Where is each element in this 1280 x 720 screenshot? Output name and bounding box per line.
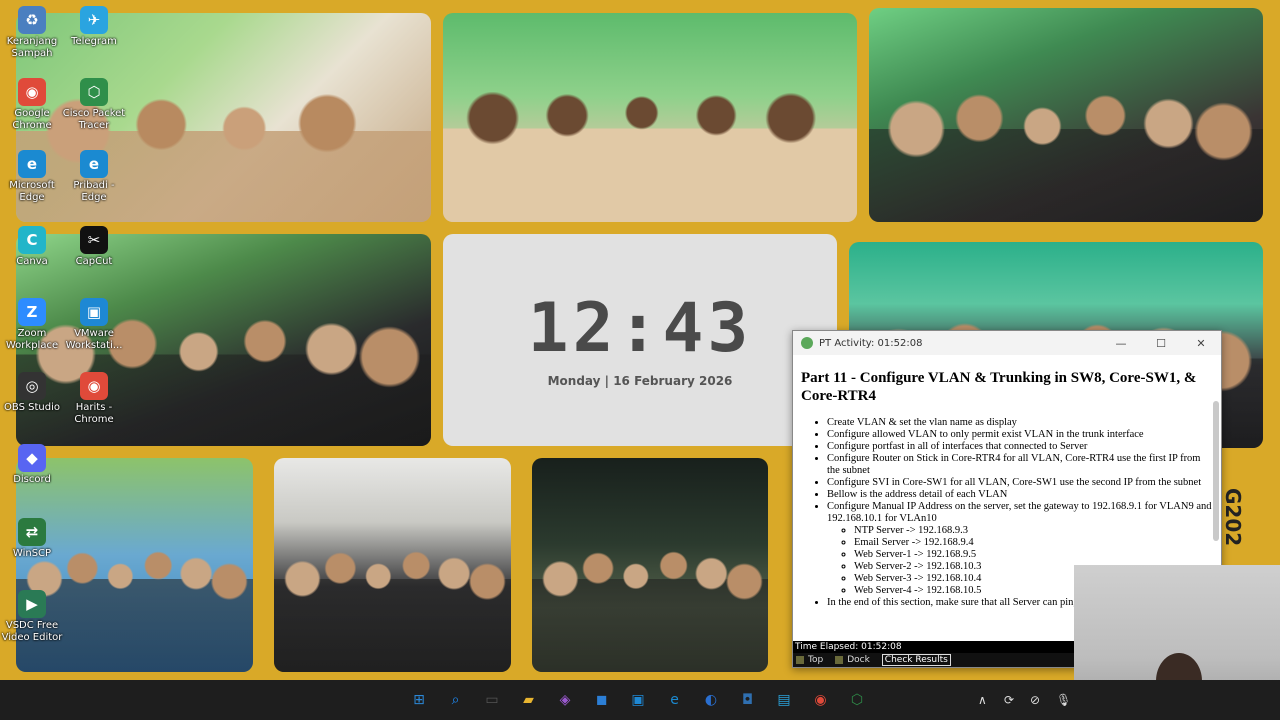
vmware-icon: ▣ xyxy=(80,298,108,326)
dock-checkbox[interactable] xyxy=(835,656,844,664)
desktop-icon[interactable]: ✈ Telegram xyxy=(62,6,126,48)
scrollbar[interactable] xyxy=(1213,401,1219,541)
desktop-icon-label: OBS Studio xyxy=(4,402,60,413)
desktop-icon[interactable]: ▶ VSDC Free Video Editor xyxy=(0,590,64,644)
task-item: Configure SVI in Core-SW1 for all VLAN, … xyxy=(827,477,1213,489)
chrome-icon: ◉ xyxy=(18,78,46,106)
task-item: Configure allowed VLAN to only permit ex… xyxy=(827,429,1213,441)
desktop-icon[interactable]: Z Zoom Workplace xyxy=(0,298,64,352)
store-icon[interactable]: ◼ xyxy=(589,687,615,713)
discord-icon: ◆ xyxy=(18,444,46,472)
task-item: Configure Router on Stick in Core-RTR4 f… xyxy=(827,453,1213,477)
desktop-icon-label: Zoom Workplace xyxy=(5,328,59,351)
taskbar: ⊞ ⌕ ▭ ▰ ◈ ◼ ▣ e ◐ ◘ ▤ ◉ ⬡ ∧ ⟳ ⊘ 🎙 xyxy=(0,680,1280,720)
chrome-taskbar-icon[interactable]: ◉ xyxy=(808,687,834,713)
search-icon[interactable]: ⌕ xyxy=(443,687,469,713)
window-title: PT Activity: 01:52:08 xyxy=(819,337,923,349)
desktop-icon[interactable]: e Microsoft Edge xyxy=(0,150,64,204)
microphone-icon[interactable]: 🎙 xyxy=(1056,693,1071,707)
part-heading: Part 11 - Configure VLAN & Trunking in S… xyxy=(801,370,1197,404)
zoom-icon: Z xyxy=(18,298,46,326)
canva-icon: C xyxy=(18,226,46,254)
desktop-icon[interactable]: e Pribadi - Edge xyxy=(62,150,126,204)
chevron-up-icon[interactable]: ∧ xyxy=(978,693,987,707)
capcut-icon: ✂ xyxy=(80,226,108,254)
top-checkbox[interactable] xyxy=(796,656,804,664)
packet-tracer-icon: ⬡ xyxy=(80,78,108,106)
photo-tile-3 xyxy=(869,8,1263,222)
clock-widget: 12:43 Monday | 16 February 2026 xyxy=(443,234,837,446)
desktop-icon[interactable]: ▣ VMware Workstati... xyxy=(62,298,126,352)
desktop-icon-label: Telegram xyxy=(71,36,117,47)
desktop-icon-label: VMware Workstati... xyxy=(65,328,123,351)
app-taskbar-icon[interactable]: ◘ xyxy=(735,687,761,713)
desktop-icon[interactable]: ◉ Google Chrome xyxy=(0,78,64,132)
desktop-icon[interactable]: ◎ OBS Studio xyxy=(0,372,64,414)
desktop-icon[interactable]: ♻ Keranjang Sampah xyxy=(0,6,64,60)
server-item: Email Server -> 192.168.9.4 xyxy=(854,537,1213,549)
desktop-icon-label: Discord xyxy=(13,474,51,485)
network-icon[interactable]: ⊘ xyxy=(1030,693,1040,707)
obs-icon: ◎ xyxy=(18,372,46,400)
server-item: NTP Server -> 192.168.9.3 xyxy=(854,525,1213,537)
server-item: Web Server-1 -> 192.168.9.5 xyxy=(854,549,1213,561)
desktop-icon-label: WinSCP xyxy=(12,548,52,559)
check-results-button[interactable]: Check Results xyxy=(881,654,951,666)
desktop-icon-label: Keranjang Sampah xyxy=(6,36,58,59)
photo-tile-9 xyxy=(532,458,768,672)
start-icon[interactable]: ⊞ xyxy=(406,687,432,713)
desktop-icon[interactable]: ⇄ WinSCP xyxy=(0,518,64,560)
desktop-icon-label: VSDC Free Video Editor xyxy=(1,620,63,643)
edge-icon: e xyxy=(18,150,46,178)
task-item: Bellow is the address detail of each VLA… xyxy=(827,489,1213,501)
task-item: Configure portfast in all of interfaces … xyxy=(827,441,1213,453)
desktop-icon-label: Canva xyxy=(16,256,48,267)
desktop-icon-label: Cisco Packet Tracer xyxy=(62,108,126,131)
packet-tracer-logo-icon xyxy=(801,337,813,349)
desktop-icon[interactable]: C Canva xyxy=(0,226,64,268)
top-label: Top xyxy=(808,655,824,665)
sync-icon[interactable]: ⟳ xyxy=(1004,693,1014,707)
desktop-icon-label: CapCut xyxy=(75,256,113,267)
edge-taskbar-icon[interactable]: e xyxy=(662,687,688,713)
recycle-bin-icon: ♻ xyxy=(18,6,46,34)
dock-label: Dock xyxy=(847,655,870,665)
desktop-icon-label: Pribadi - Edge xyxy=(73,180,115,203)
task-item: Create VLAN & set the vlan name as displ… xyxy=(827,417,1213,429)
file-explorer-icon[interactable]: ▰ xyxy=(516,687,542,713)
desktop-icon[interactable]: ◉ Harits - Chrome xyxy=(62,372,126,426)
photo-tile-8 xyxy=(274,458,511,672)
copilot-icon[interactable]: ◈ xyxy=(552,687,578,713)
desktop-icon[interactable]: ⬡ Cisco Packet Tracer xyxy=(62,78,126,132)
desktop-icon-label: Microsoft Edge xyxy=(9,180,55,203)
desktop-icon-label: Google Chrome xyxy=(12,108,52,131)
desktop-icon-label: Harits - Chrome xyxy=(74,402,114,425)
telegram-icon: ✈ xyxy=(80,6,108,34)
clock-date: Monday | 16 February 2026 xyxy=(547,374,733,388)
chrome-profile-icon: ◉ xyxy=(80,372,108,400)
photo-tile-2 xyxy=(443,13,857,222)
vmware-taskbar-icon[interactable]: ▣ xyxy=(625,687,651,713)
settings-taskbar-icon[interactable]: ◐ xyxy=(698,687,724,713)
maximize-button[interactable]: ☐ xyxy=(1141,337,1181,350)
clock-time: 12:43 xyxy=(527,289,753,368)
packet-tracer-taskbar-icon[interactable]: ⬡ xyxy=(844,687,870,713)
desktop-icon[interactable]: ◆ Discord xyxy=(0,444,64,486)
side-label: G202 xyxy=(1221,488,1245,547)
notepad-icon[interactable]: ▤ xyxy=(771,687,797,713)
winscp-icon: ⇄ xyxy=(18,518,46,546)
task-view-icon[interactable]: ▭ xyxy=(479,687,505,713)
close-button[interactable]: ✕ xyxy=(1181,337,1221,350)
vsdc-icon: ▶ xyxy=(18,590,46,618)
edge-profile-icon: e xyxy=(80,150,108,178)
desktop-icon[interactable]: ✂ CapCut xyxy=(62,226,126,268)
minimize-button[interactable]: — xyxy=(1101,337,1141,350)
window-titlebar[interactable]: PT Activity: 01:52:08 — ☐ ✕ xyxy=(793,331,1221,355)
